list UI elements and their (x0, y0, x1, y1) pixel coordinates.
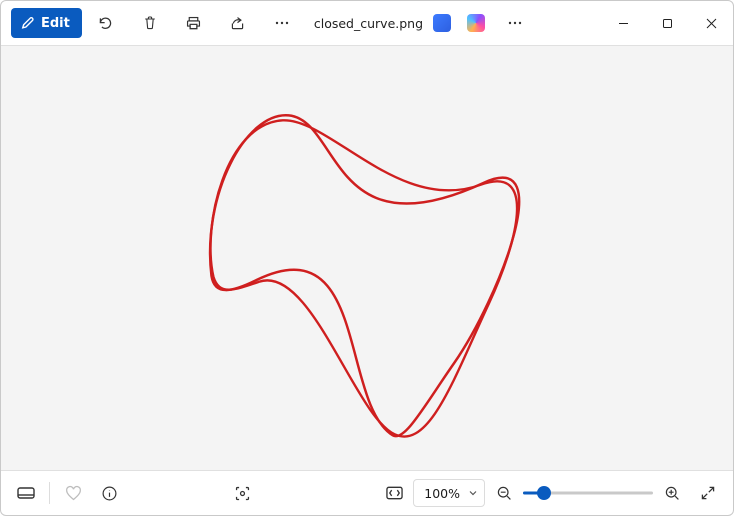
minimize-icon (618, 18, 629, 29)
minimize-button[interactable] (601, 3, 645, 43)
designer-app-icon (467, 14, 485, 32)
fit-window-icon (386, 486, 403, 500)
closed-curve-drawing (1, 46, 733, 470)
filename-area: closed_curve.png (314, 16, 423, 31)
zoom-value: 100% (424, 486, 460, 501)
trash-icon (142, 15, 158, 31)
info-button[interactable] (92, 473, 126, 513)
more-icon (507, 15, 523, 31)
zoom-out-button[interactable] (487, 473, 521, 513)
maximize-button[interactable] (645, 3, 689, 43)
bottombar: 100% (1, 471, 733, 515)
info-icon (101, 485, 118, 502)
print-button[interactable] (174, 3, 214, 43)
more-toolbar-button[interactable] (262, 3, 302, 43)
share-icon (229, 15, 246, 32)
rotate-icon (97, 15, 114, 32)
more-icon (274, 15, 290, 31)
app-tile-photos[interactable] (427, 3, 457, 43)
rotate-button[interactable] (86, 3, 126, 43)
zoom-picker[interactable]: 100% (413, 479, 485, 507)
filmstrip-icon (17, 486, 35, 500)
filmstrip-toggle[interactable] (9, 473, 43, 513)
heart-icon (65, 485, 82, 502)
zoom-in-icon (664, 485, 680, 501)
zoom-slider[interactable] (523, 483, 653, 503)
photo-viewer-window: Edit (0, 0, 734, 516)
image-canvas[interactable] (1, 45, 733, 471)
close-icon (706, 18, 717, 29)
chevron-down-icon (468, 488, 478, 498)
filename-label: closed_curve.png (314, 16, 423, 31)
photos-app-icon (433, 14, 451, 32)
window-controls (601, 3, 733, 43)
fit-window-button[interactable] (377, 473, 411, 513)
slider-thumb[interactable] (537, 486, 551, 500)
close-button[interactable] (689, 3, 733, 43)
print-icon (185, 15, 202, 32)
edit-button[interactable]: Edit (11, 8, 82, 38)
delete-button[interactable] (130, 3, 170, 43)
pencil-icon (21, 16, 35, 30)
scan-icon (234, 485, 251, 502)
fullscreen-icon (700, 485, 716, 501)
titlebar: Edit (1, 1, 733, 45)
edit-label: Edit (41, 16, 70, 31)
maximize-icon (662, 18, 673, 29)
share-button[interactable] (218, 3, 258, 43)
zoom-out-icon (496, 485, 512, 501)
zoom-in-button[interactable] (655, 473, 689, 513)
separator (49, 482, 50, 504)
favorite-button[interactable] (56, 473, 90, 513)
fullscreen-button[interactable] (691, 473, 725, 513)
more-apps-button[interactable] (495, 3, 535, 43)
scan-button[interactable] (225, 473, 259, 513)
app-tile-designer[interactable] (461, 3, 491, 43)
